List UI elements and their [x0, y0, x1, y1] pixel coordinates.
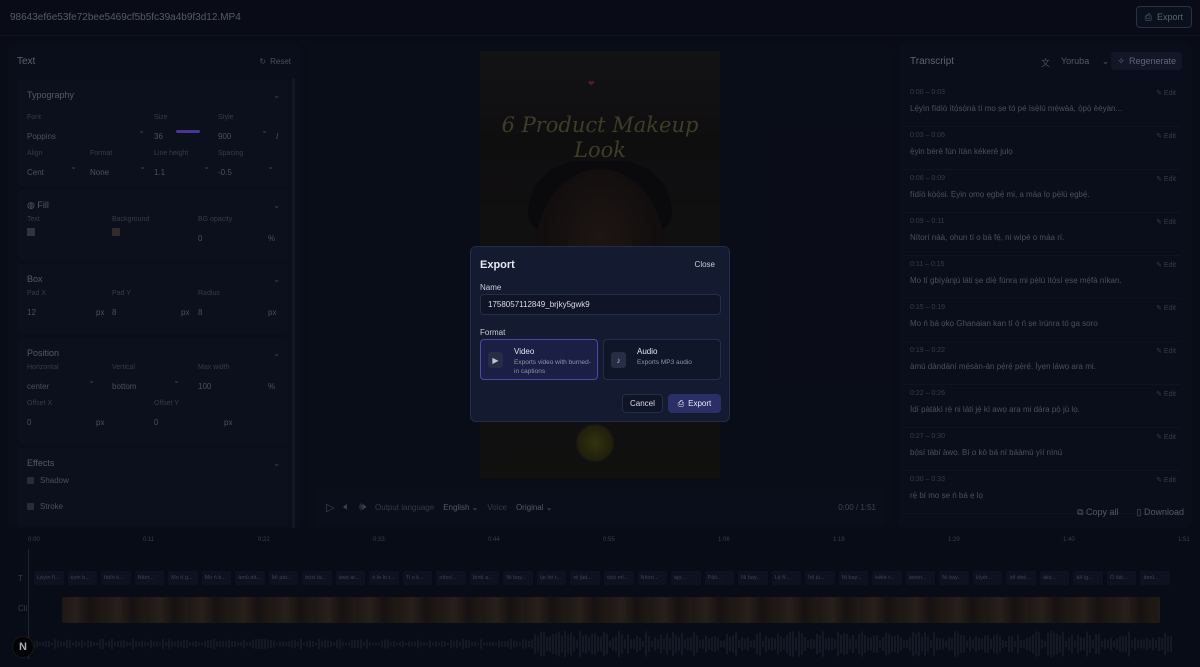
- video-file-icon: ▶: [488, 352, 503, 368]
- cancel-button[interactable]: Cancel: [622, 394, 663, 413]
- export-dialog: Export Close Name 1758057112849_brjky5gw…: [470, 246, 730, 422]
- audio-option-desc: Exports MP3 audio: [637, 359, 692, 366]
- audio-file-icon: ♪: [611, 352, 626, 368]
- dialog-title: Export: [480, 259, 515, 271]
- close-button[interactable]: Close: [695, 260, 715, 269]
- format-label: Format: [480, 328, 506, 337]
- export-icon: ⎙: [677, 398, 685, 408]
- name-input[interactable]: 1758057112849_brjky5gwk9: [480, 294, 721, 315]
- export-button[interactable]: ⎙ Export: [668, 394, 721, 413]
- video-option-title: Video: [514, 347, 535, 356]
- audio-option-title: Audio: [637, 347, 658, 356]
- name-label: Name: [480, 283, 502, 292]
- app: 98643ef6e53fe72bee5469cf5b5fc39a4b9f3d12…: [0, 0, 1200, 667]
- video-option-desc: Exports video with burned-in captions: [514, 359, 591, 375]
- format-option-audio[interactable]: ♪ Audio Exports MP3 audio: [603, 339, 721, 380]
- format-option-video[interactable]: ▶ Video Exports video with burned-in cap…: [480, 339, 598, 380]
- export-label: Export: [688, 399, 712, 408]
